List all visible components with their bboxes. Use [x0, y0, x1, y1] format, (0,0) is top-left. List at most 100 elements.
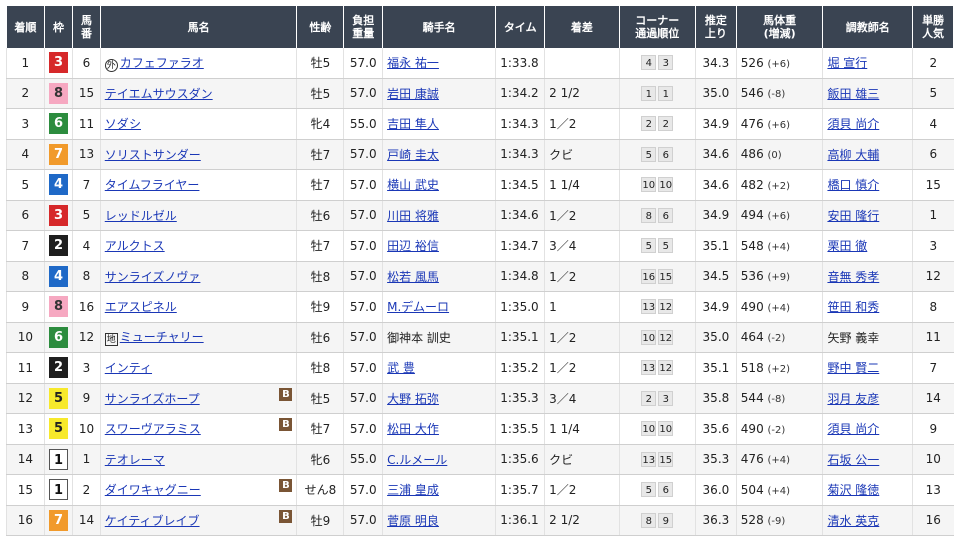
jockey-name-link[interactable]: 福永 祐一: [387, 56, 439, 70]
jockey-name-link[interactable]: 松若 風馬: [387, 270, 439, 284]
horse-name-link[interactable]: アルクトス: [105, 239, 165, 253]
table-row: 9 8 16 エアスピネル 牡9 57.0 M.デムーロ 1:35.0 1 13 12 34.9 490…: [6, 291, 954, 323]
corner-position: 10: [658, 177, 674, 193]
jockey-name-link[interactable]: M.デムーロ: [387, 300, 449, 314]
horse-name-link[interactable]: テオレーマ: [105, 453, 165, 467]
corner-position: 9: [658, 512, 674, 528]
table-row: 5 4 7 タイムフライヤー 牡7 57.0 横山 武史 1:34.5 1 1/4 10 10 34.…: [6, 169, 954, 201]
jockey-name-link[interactable]: 武 豊: [387, 361, 415, 375]
horse-name-link[interactable]: インティ: [105, 361, 152, 375]
horse-cell: アルクトス: [99, 230, 297, 262]
waku-cell: 1: [43, 444, 73, 475]
trainer-name-link[interactable]: 橋口 慎介: [827, 178, 879, 192]
finish-position: 11: [17, 360, 33, 375]
table-row: 13 5 10 スワーヴアラミス B 牡7 57.0 松田 大作 1:35.5 1 1/4 10 10…: [6, 413, 954, 445]
horse-name-link[interactable]: テイエムサウスダン: [105, 87, 213, 101]
horse-name-link[interactable]: エアスピネル: [105, 300, 177, 314]
waku-cell: 6: [43, 322, 73, 353]
horse-name-link[interactable]: ソリストサンダー: [105, 148, 201, 162]
carried-weight: 57.0: [349, 86, 377, 101]
finish-position: 10: [17, 330, 33, 345]
jockey-name-link[interactable]: 戸崎 圭太: [387, 148, 439, 162]
horse-cell: インティ: [99, 352, 297, 384]
finish-time: 1:35.6: [500, 452, 539, 467]
margin: クビ: [549, 452, 574, 467]
jockey-name-link[interactable]: 岩田 康誠: [387, 87, 439, 101]
trainer-name-link[interactable]: 須貝 尚介: [827, 117, 879, 131]
race-result-table: 着順枠馬番馬名 性齢 負担 重量 騎手名 タイム 着差 コーナー 通過順位 推定 上り 馬体重 (増減)…: [6, 6, 954, 536]
jockey-name-link[interactable]: 松田 大作: [387, 422, 439, 436]
horse-name-link[interactable]: スワーヴアラミス: [105, 422, 201, 436]
margin: 1 1/4: [549, 177, 580, 192]
jockey-name-link[interactable]: 横山 武史: [387, 178, 439, 192]
trainer-name-link[interactable]: 堀 宣行: [827, 56, 867, 70]
horse-name-link[interactable]: ケイティブレイブ: [105, 514, 200, 528]
number-cell: 3: [72, 352, 101, 384]
last-3f: 34.5: [702, 269, 730, 284]
margin: 1／2: [549, 208, 577, 223]
trainer-name-link[interactable]: 高柳 大輔: [827, 148, 879, 162]
horse-name-link[interactable]: サンライズノヴァ: [105, 270, 201, 284]
horse-name-link[interactable]: レッドルゼル: [105, 209, 177, 223]
agari-cell: 35.1: [695, 230, 737, 262]
last-3f: 34.9: [702, 208, 730, 223]
trainer-name-link[interactable]: 羽月 友彦: [827, 392, 879, 406]
carried-weight: 57.0: [349, 55, 377, 70]
trainer-name-link[interactable]: 音無 秀孝: [827, 270, 879, 284]
column-header: 馬名: [99, 6, 298, 48]
last-3f: 34.6: [702, 147, 730, 162]
horse-name-link[interactable]: サンライズホープ: [105, 392, 200, 406]
trainer-name-link[interactable]: 野中 賢二: [827, 361, 879, 375]
trainer-name-link[interactable]: 菊沢 隆徳: [827, 483, 879, 497]
finish-position: 15: [17, 482, 33, 497]
last-3f: 34.9: [702, 116, 730, 131]
jockey-name-link[interactable]: 川田 将雅: [387, 209, 439, 223]
corner-position: 10: [641, 177, 657, 193]
time-cell: 1:35.3: [495, 383, 545, 414]
sex-age: 牡5: [310, 391, 331, 406]
margin: 1／2: [549, 269, 577, 284]
jockey-name-link[interactable]: 三浦 皇成: [387, 483, 439, 497]
margin-cell: 1／2: [544, 322, 620, 353]
time-cell: 1:34.6: [495, 200, 545, 231]
popularity-cell: 14: [912, 383, 954, 414]
column-header: コーナー 通過順位: [618, 6, 697, 48]
bodyweight-cell: 490 (-2): [735, 413, 823, 445]
waku-cell: 3: [43, 200, 73, 231]
table-row: 8 4 8 サンライズノヴァ 牡8 57.0 松若 風馬 1:34.8 1／2 16 15 34.5 5…: [6, 261, 954, 292]
jockey-name-link[interactable]: 大野 拓弥: [387, 392, 439, 406]
carried-weight: 57.0: [349, 238, 377, 253]
rank-cell: 3: [6, 108, 45, 140]
body-weight-change: (+4): [767, 485, 791, 497]
agari-cell: 35.0: [695, 322, 737, 353]
trainer-name-link[interactable]: 清水 英克: [827, 514, 879, 528]
jockey-name-link[interactable]: 吉田 隼人: [387, 117, 439, 131]
horse-name-link[interactable]: ミューチャリー: [120, 330, 204, 344]
trainer-name-link[interactable]: 飯田 雄三: [827, 87, 879, 101]
win-popularity: 13: [925, 482, 941, 497]
weight-cell: 55.0: [343, 444, 383, 475]
jockey-name-link[interactable]: C.ルメール: [387, 453, 447, 467]
trainer-name-link[interactable]: 石坂 公一: [827, 453, 879, 467]
trainer-name-link[interactable]: 栗田 徹: [827, 239, 867, 253]
trainer-name-link[interactable]: 笹田 和秀: [827, 300, 879, 314]
weight-cell: 57.0: [343, 352, 383, 384]
carried-weight: 57.0: [349, 330, 377, 345]
horse-name-link[interactable]: タイムフライヤー: [105, 178, 200, 192]
number-cell: 13: [72, 139, 101, 170]
trainer-name-link[interactable]: 安田 隆行: [827, 209, 879, 223]
table-row: 14 1 1 テオレーマ 牝6 55.0 C.ルメール 1:35.6 クビ 13 15 35.3 476…: [6, 444, 954, 475]
jockey-name-link[interactable]: 菅原 明良: [387, 514, 439, 528]
margin: 2 1/2: [549, 513, 580, 528]
trainer-name-link[interactable]: 須貝 尚介: [827, 422, 879, 436]
finish-time: 1:36.1: [500, 513, 539, 528]
finish-time: 1:35.1: [500, 330, 539, 345]
waku-cell: 8: [43, 78, 73, 109]
corner-cell: 10 10: [618, 169, 696, 201]
horse-name-link[interactable]: ソダシ: [105, 117, 141, 131]
horse-name-link[interactable]: ダイワキャグニー: [105, 483, 201, 497]
gate-badge: 3: [48, 52, 68, 74]
jockey-name-link[interactable]: 田辺 裕信: [387, 239, 439, 253]
horse-name-link[interactable]: カフェファラオ: [120, 56, 204, 70]
weight-cell: 57.0: [343, 200, 383, 231]
